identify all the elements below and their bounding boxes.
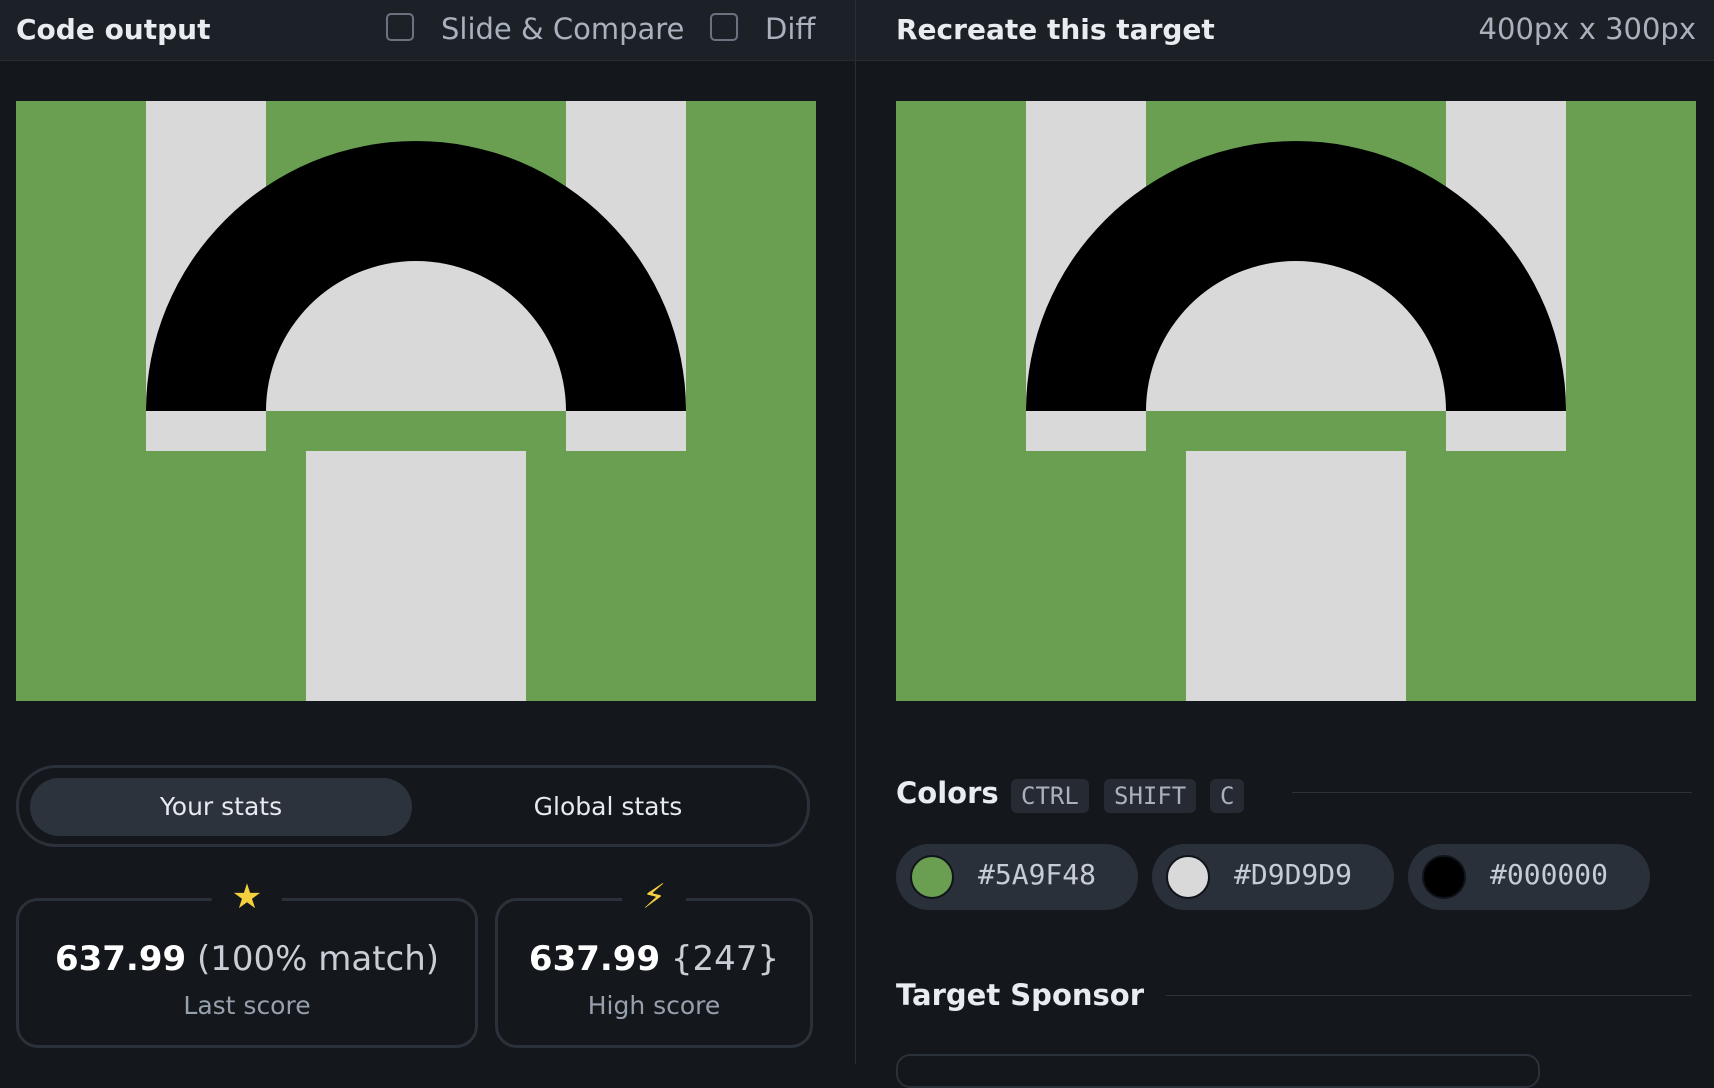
last-score-line: 637.99 (100% match) — [19, 939, 475, 979]
target-dimensions: 400px x 300px — [1478, 12, 1696, 46]
green-strip — [266, 411, 566, 451]
kbd-ctrl: CTRL — [1011, 779, 1089, 813]
colors-title: Colors — [896, 776, 999, 810]
high-score-rank: {247} — [670, 939, 780, 979]
code-output-panel: Code output Slide & Compare Diff Your st… — [0, 0, 855, 1064]
code-output-canvas — [16, 101, 816, 701]
tab-your-stats[interactable]: Your stats — [30, 778, 412, 836]
bottom-gray-rect — [306, 451, 526, 701]
diff-label[interactable]: Diff — [765, 12, 815, 46]
sponsor-card[interactable] — [896, 1054, 1540, 1088]
target-canvas — [896, 101, 1696, 701]
high-score-card: ⚡ 637.99 {247} High score — [495, 877, 813, 1048]
swatch-dot — [1422, 855, 1466, 899]
target-panel: Recreate this target 400px x 300px Color… — [856, 0, 1714, 1088]
high-score-value: 637.99 — [528, 939, 661, 979]
kbd-c: C — [1210, 779, 1245, 813]
bolt-icon: ⚡ — [622, 877, 686, 917]
target-header: Recreate this target 400px x 300px — [856, 0, 1714, 61]
swatch-hex: #000000 — [1490, 858, 1609, 891]
swatch-dot — [1166, 855, 1210, 899]
slide-compare-checkbox[interactable] — [386, 13, 414, 41]
sponsor-divider — [1166, 995, 1692, 996]
tab-global-stats[interactable]: Global stats — [417, 778, 799, 836]
sponsor-title: Target Sponsor — [896, 978, 1145, 1012]
colors-divider — [1292, 792, 1692, 793]
code-output-title: Code output — [16, 13, 211, 46]
swatch-black[interactable]: #000000 — [1408, 844, 1650, 910]
high-score-label: High score — [587, 991, 721, 1020]
last-score-label: Last score — [183, 991, 311, 1020]
diff-checkbox[interactable] — [710, 13, 738, 41]
last-score-card: ★ 637.99 (100% match) Last score — [16, 877, 478, 1048]
high-score-line: 637.99 {247} — [498, 939, 810, 979]
green-strip — [1146, 411, 1446, 451]
star-icon: ★ — [211, 877, 283, 917]
code-output-header: Code output Slide & Compare Diff — [0, 0, 855, 61]
stats-tabs: Your stats Global stats — [16, 765, 810, 847]
last-score-match: (100% match) — [196, 939, 440, 979]
swatch-gray[interactable]: #D9D9D9 — [1152, 844, 1394, 910]
swatch-hex: #D9D9D9 — [1234, 858, 1353, 891]
swatch-dot — [910, 855, 954, 899]
swatch-green[interactable]: #5A9F48 — [896, 844, 1138, 910]
target-title: Recreate this target — [896, 13, 1215, 46]
swatch-hex: #5A9F48 — [978, 858, 1097, 891]
kbd-shift: SHIFT — [1104, 779, 1197, 813]
bottom-gray-rect — [1186, 451, 1406, 701]
slide-compare-label[interactable]: Slide & Compare — [441, 12, 684, 46]
last-score-value: 637.99 — [54, 939, 187, 979]
